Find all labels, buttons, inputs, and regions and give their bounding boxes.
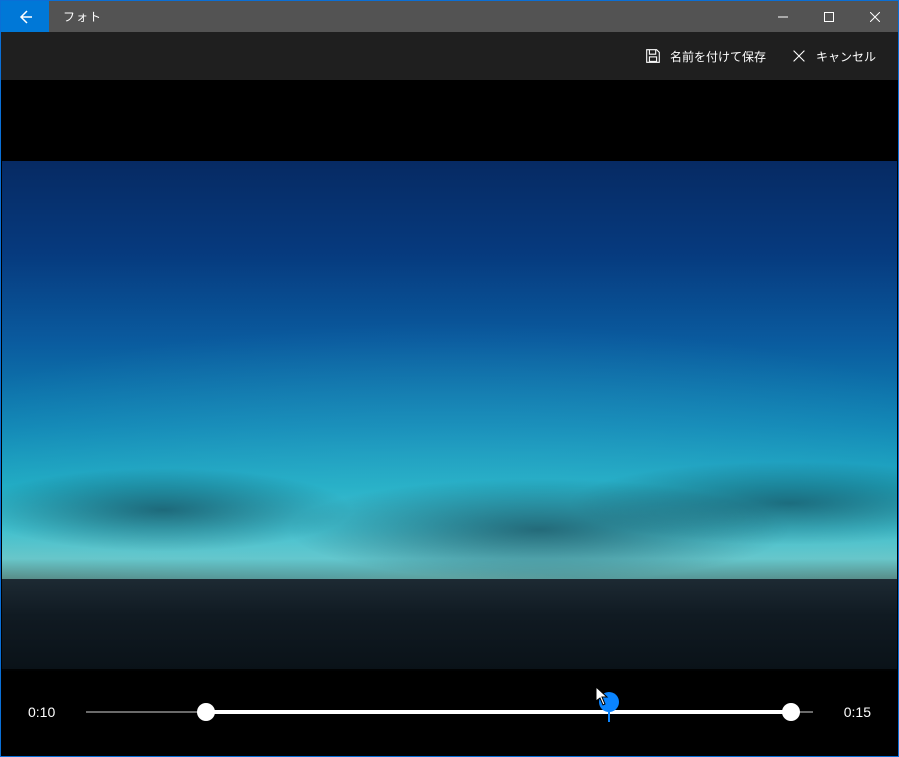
trim-start-handle[interactable] [197,703,215,721]
trim-start-time: 0:10 [28,704,74,720]
titlebar: フォト [1,1,898,32]
video-frame [2,161,897,671]
minimize-icon [778,12,788,22]
save-as-icon [644,47,662,65]
titlebar-spacer [116,1,760,32]
arrow-left-icon [17,9,33,25]
trim-track[interactable] [86,692,813,732]
back-button[interactable] [1,1,49,32]
cloud-layer [2,457,897,590]
maximize-button[interactable] [806,1,852,32]
track-selection [206,710,791,714]
save-as-button[interactable]: 名前を付けて保存 [632,32,778,80]
minimize-button[interactable] [760,1,806,32]
save-as-label: 名前を付けて保存 [670,48,766,65]
cancel-icon [790,47,808,65]
trim-end-time: 0:15 [825,704,871,720]
trim-controls: 0:10 0:15 [2,669,897,755]
window-title: フォト [49,1,116,32]
editor-toolbar: 名前を付けて保存 キャンセル [1,32,898,80]
ground-layer [2,579,897,671]
video-viewport: 0:10 0:15 [2,81,897,755]
close-button[interactable] [852,1,898,32]
playhead-handle[interactable] [599,692,619,712]
maximize-icon [824,12,834,22]
cancel-label: キャンセル [816,48,876,65]
app-window: フォト 名前を付けて保存 キャンセル 0:10 [0,0,899,757]
cancel-button[interactable]: キャンセル [778,32,888,80]
close-icon [870,12,880,22]
trim-end-handle[interactable] [782,703,800,721]
